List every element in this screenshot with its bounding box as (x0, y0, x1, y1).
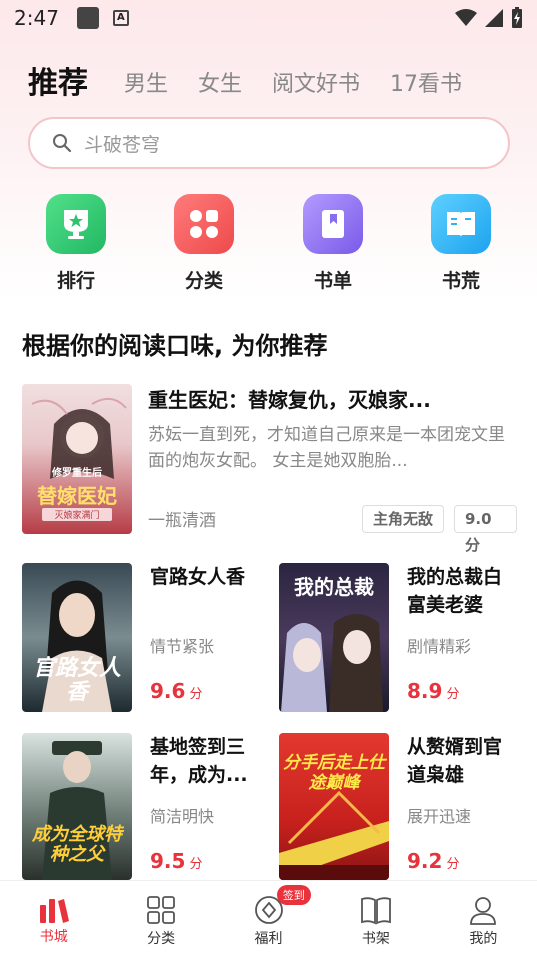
book-title: 我的总裁白富美老婆 (407, 566, 503, 616)
grid-icon (147, 896, 176, 924)
book-score: 9.5 分 (150, 849, 202, 873)
book-tag: 主角无敌 (362, 505, 445, 533)
book-title: 基地签到三年，成为... (150, 736, 248, 786)
book-card[interactable]: 分手后走上仕途巅峰 从赘婿到官道枭雄 展开迅速 9.2 分 (279, 733, 519, 883)
score-unit: 分 (189, 857, 203, 872)
cover-title: 官路女人香 (32, 656, 121, 705)
cover-title: 替嫁医妃 (37, 484, 117, 508)
book-score: 9.6 分 (150, 679, 202, 703)
book-author: 一瓶清酒 (148, 511, 216, 531)
section-title: 根据你的阅读口味, 为你推荐 (22, 332, 328, 360)
nav-welfare[interactable]: 福利 签到 (215, 881, 322, 954)
category-icon (174, 194, 234, 254)
search-bar[interactable]: 斗破苍穹 (28, 117, 510, 169)
book-card[interactable]: 我的总裁 我的总裁白富美老婆 剧情精彩 8.9 分 (279, 563, 519, 713)
nav-profile[interactable]: 我的 (430, 881, 537, 954)
quick-link-category[interactable]: 分类 (174, 194, 234, 293)
wifi-icon (455, 9, 477, 26)
nav-label: 我的 (469, 931, 498, 947)
book-title: 重生医妃：替嫁复仇，灭娘家... (148, 388, 431, 412)
battery-icon (512, 7, 522, 28)
quick-link-label: 分类 (184, 270, 223, 292)
nav-label: 分类 (147, 931, 176, 947)
book-tag: 展开迅速 (407, 807, 472, 826)
score-unit: 分 (446, 857, 460, 872)
app-notification-icon: A (112, 10, 129, 26)
score-value: 9.5 (150, 849, 186, 873)
status-bar: 2:47 A (0, 0, 537, 36)
book-cover: 成为全球特种之父 (22, 733, 132, 880)
cover-subtitle: 修罗重生后 (52, 468, 102, 479)
search-icon (53, 134, 72, 153)
signal-icon (485, 9, 503, 27)
booklist-icon (303, 194, 363, 254)
bookshelf-icon (361, 897, 391, 925)
score-unit: 分 (446, 687, 460, 702)
quick-link-book-shortage[interactable]: 书荒 (431, 194, 491, 293)
book-tag: 情节紧张 (150, 637, 215, 656)
tab-17kan[interactable]: 17看书 (390, 66, 462, 102)
book-score: 8.9 分 (407, 679, 459, 703)
score-value: 9.6 (150, 679, 186, 703)
book-score: 9.2 分 (407, 849, 459, 873)
bookstore-icon (39, 899, 69, 923)
book-cover: 修罗重生后 替嫁医妃 灭娘家满门 (22, 384, 132, 534)
score-unit: 分 (189, 687, 203, 702)
score-value: 8.9 (407, 679, 443, 703)
nav-label: 福利 (254, 931, 283, 947)
tab-female[interactable]: 女生 (198, 66, 242, 102)
status-time: 2:47 (14, 6, 59, 30)
quick-link-label: 排行 (56, 270, 95, 292)
nav-bookshelf[interactable]: 书架 (322, 881, 429, 954)
nav-label: 书架 (361, 931, 390, 947)
book-description: 苏妘一直到死，才知道自己原来是一本团宠文里面的炮灰女配。 女主是她双胞胎... (148, 425, 505, 471)
trophy-icon (46, 194, 106, 254)
tab-male[interactable]: 男生 (124, 66, 168, 102)
book-icon (431, 194, 491, 254)
nav-category[interactable]: 分类 (107, 881, 214, 954)
book-tag: 简洁明快 (150, 807, 215, 826)
quick-link-booklist[interactable]: 书单 (303, 194, 363, 293)
cover-title: 分手后走上仕途巅峰 (283, 753, 385, 793)
quick-link-label: 书单 (313, 270, 352, 292)
cover-caption: 灭娘家满门 (42, 508, 112, 521)
tab-yuewen[interactable]: 阅文好书 (272, 66, 360, 102)
top-tabs: 推荐 男生 女生 阅文好书 17看书 (28, 52, 492, 102)
cover-title: 我的总裁 (294, 575, 374, 599)
tab-recommend[interactable]: 推荐 (28, 58, 88, 102)
score-value: 9.2 (407, 849, 443, 873)
checkin-badge: 签到 (276, 885, 311, 905)
quick-link-label: 书荒 (441, 270, 480, 292)
featured-book[interactable]: 修罗重生后 替嫁医妃 灭娘家满门 重生医妃：替嫁复仇，灭娘家... 苏妘一直到死… (22, 384, 517, 554)
notification-icon (76, 7, 99, 29)
book-tag: 剧情精彩 (407, 637, 472, 656)
book-cover: 我的总裁 (279, 563, 389, 712)
book-cover: 分手后走上仕途巅峰 (279, 733, 389, 880)
cover-title: 成为全球特种之父 (32, 824, 122, 865)
quick-link-ranking[interactable]: 排行 (46, 194, 106, 293)
bottom-nav: 书城 分类 福利 签到 书架 我的 (0, 880, 537, 954)
book-card[interactable]: 官路女人香 官路女人香 情节紧张 9.6 分 (22, 563, 262, 713)
search-placeholder: 斗破苍穹 (84, 133, 161, 156)
book-cover: 官路女人香 (22, 563, 132, 712)
nav-bookstore[interactable]: 书城 (0, 881, 107, 954)
book-card[interactable]: 成为全球特种之父 基地签到三年，成为... 简洁明快 9.5 分 (22, 733, 262, 883)
nav-label: 书城 (39, 929, 68, 945)
book-title: 从赘婿到官道枭雄 (407, 736, 503, 786)
user-icon (470, 897, 497, 925)
book-title: 官路女人香 (150, 566, 246, 588)
book-score: 9.0分 (454, 505, 517, 554)
